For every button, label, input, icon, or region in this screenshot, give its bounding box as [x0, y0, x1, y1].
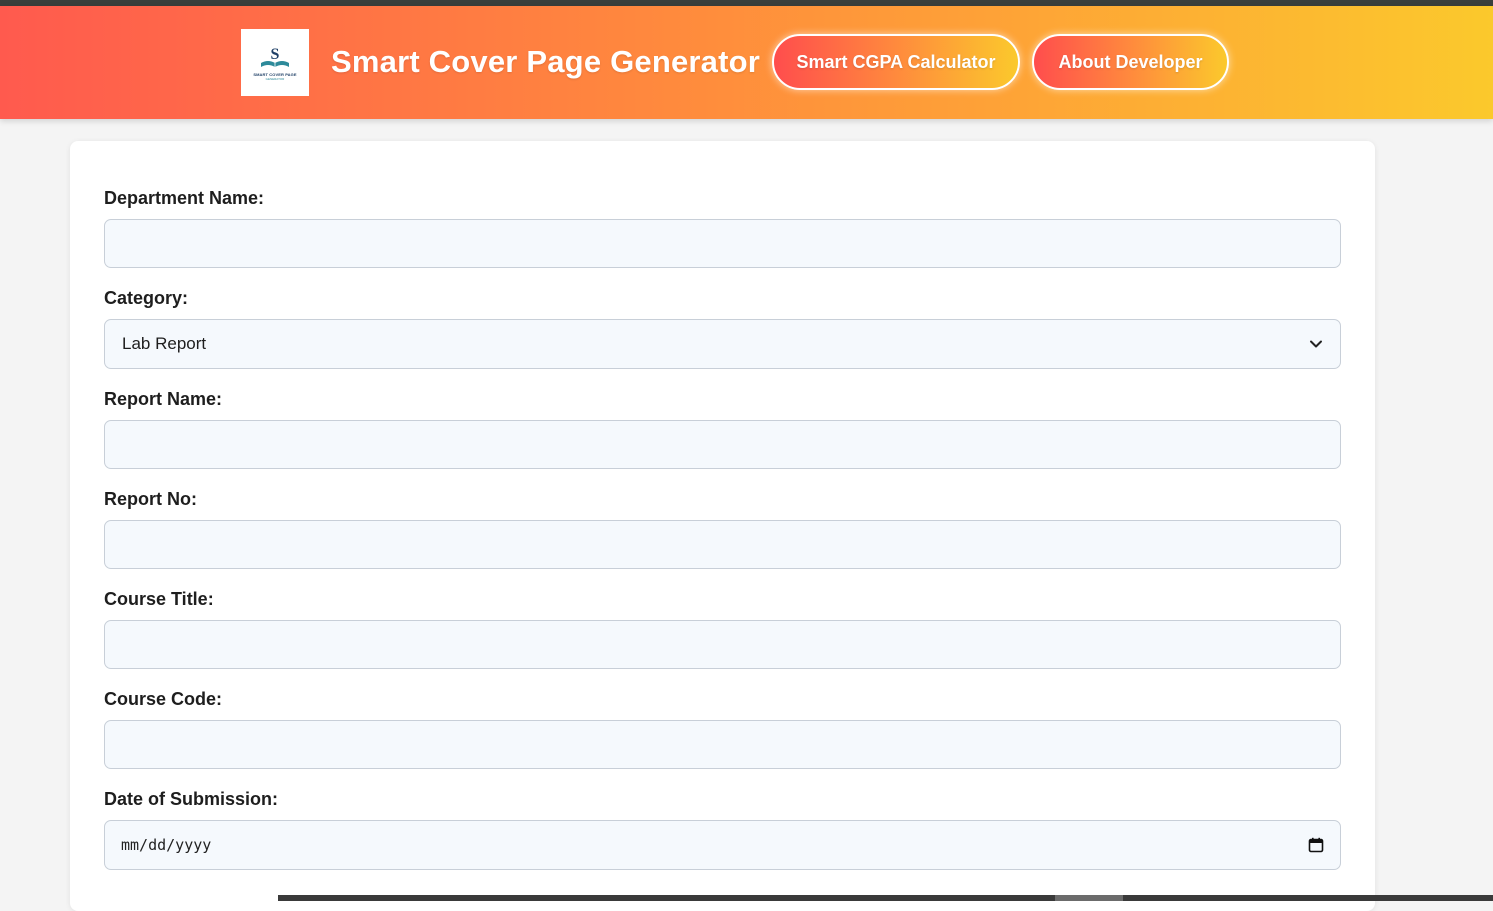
course-code-input[interactable] [104, 720, 1341, 769]
calendar-icon[interactable] [1308, 837, 1324, 853]
date-placeholder: mm/dd/yyyy [121, 836, 212, 854]
site-title: Smart Cover Page Generator [331, 44, 761, 79]
report-no-input[interactable] [104, 520, 1341, 569]
category-label: Category: [104, 288, 189, 308]
course-title-label: Course Title: [104, 589, 214, 609]
site-logo[interactable]: S SMART COVER PAGE GENERATOR [241, 29, 309, 96]
report-name-input[interactable] [104, 420, 1341, 469]
site-header: S SMART COVER PAGE GENERATOR Smart Cover… [0, 6, 1493, 119]
course-code-label: Course Code: [104, 689, 223, 709]
department-input[interactable] [104, 219, 1341, 268]
date-input[interactable]: mm/dd/yyyy [104, 820, 1341, 870]
category-select[interactable]: Lab Report [104, 319, 1341, 369]
cgpa-calculator-button[interactable]: Smart CGPA Calculator [772, 34, 1020, 90]
about-developer-button[interactable]: About Developer [1032, 34, 1229, 90]
report-no-label: Report No: [104, 489, 197, 509]
svg-text:S: S [271, 46, 280, 63]
book-logo-icon: S [261, 46, 289, 67]
category-selected-value: Lab Report [122, 334, 207, 353]
logo-subtext: GENERATOR [265, 76, 285, 81]
taskbar-item[interactable] [1055, 895, 1123, 901]
chevron-down-icon [1310, 340, 1322, 348]
taskbar-strip [278, 895, 1493, 901]
course-title-input[interactable] [104, 620, 1341, 669]
date-label: Date of Submission: [104, 789, 279, 809]
department-label: Department Name: [104, 188, 265, 208]
report-name-label: Report Name: [104, 389, 223, 409]
